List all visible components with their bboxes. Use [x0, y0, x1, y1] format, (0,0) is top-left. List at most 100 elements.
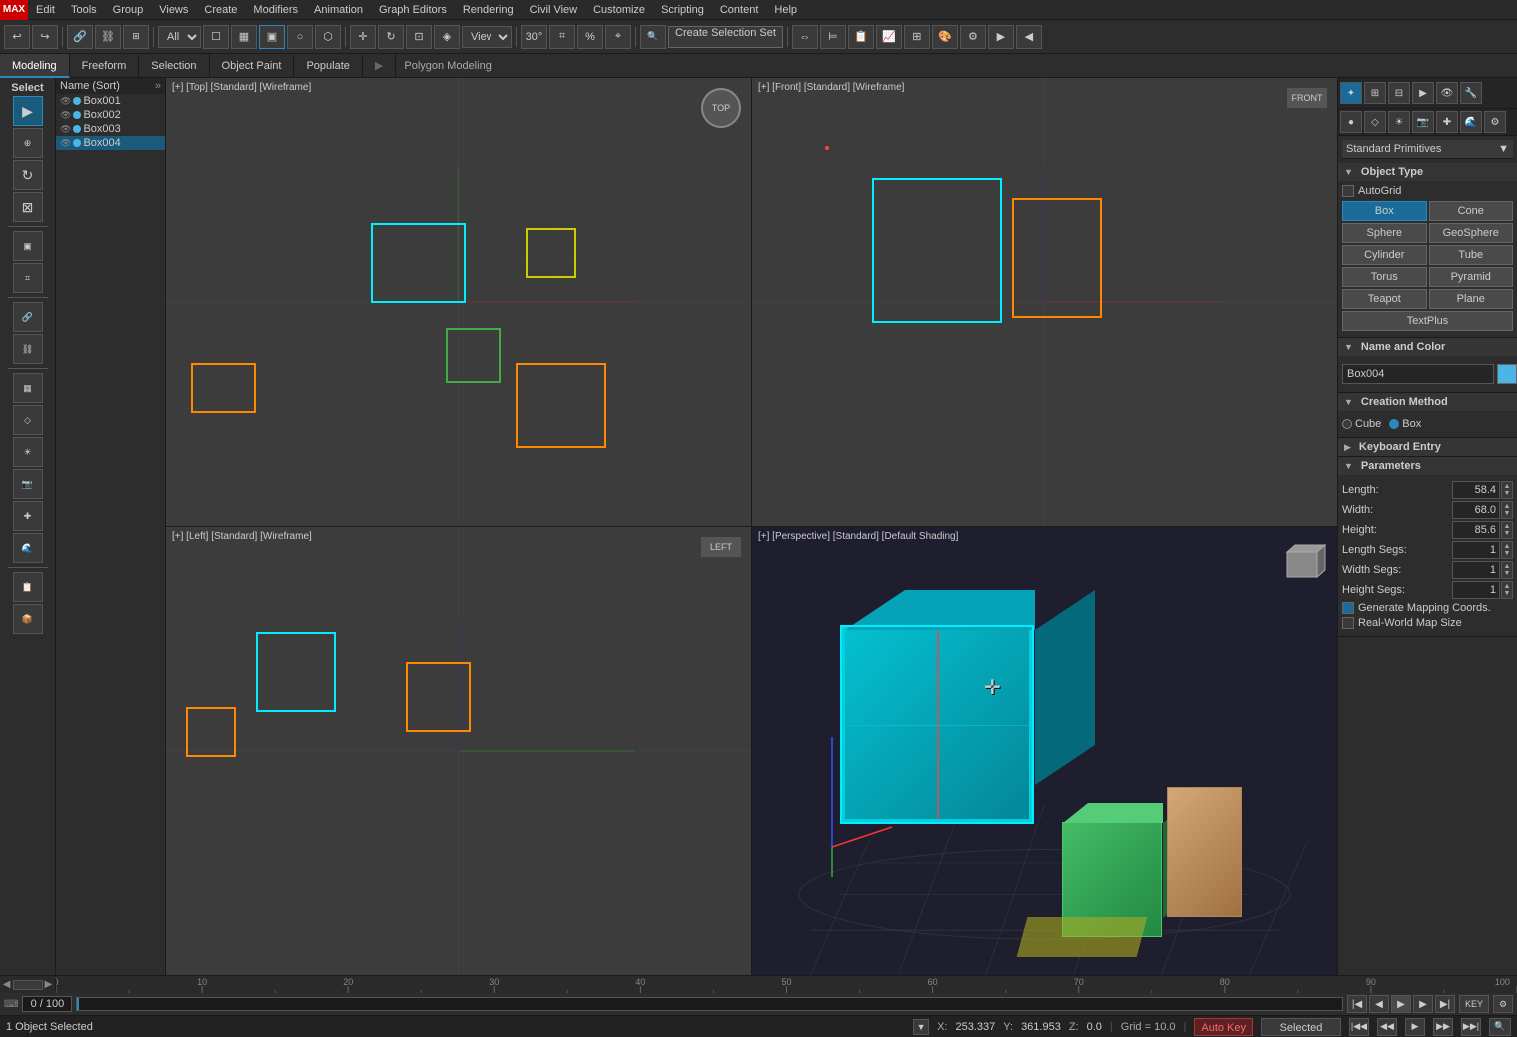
move-gizmo[interactable]: ✛ — [984, 675, 1001, 700]
select-object-button[interactable]: ☐ — [203, 25, 229, 49]
prim-btn-textplus[interactable]: TextPlus — [1342, 311, 1513, 331]
box-radio[interactable] — [1389, 419, 1399, 429]
prim-btn-pyramid[interactable]: Pyramid — [1429, 267, 1514, 287]
prim-btn-cone[interactable]: Cone — [1429, 201, 1514, 221]
angle-snap[interactable]: ⌗ — [549, 25, 575, 49]
camera-icon[interactable]: 📷 — [1412, 111, 1434, 133]
menu-help[interactable]: Help — [766, 0, 805, 20]
box-3d-brown[interactable] — [1167, 787, 1242, 917]
camera-tool[interactable]: 📷 — [13, 469, 43, 499]
status-prev[interactable]: ◀◀ — [1377, 1018, 1397, 1036]
viewport-gizmo-top[interactable]: TOP — [701, 88, 741, 128]
mirror-button[interactable]: ⇔ — [792, 25, 818, 49]
scale-button[interactable]: ⊡ — [406, 25, 432, 49]
width-segs-spinner[interactable]: ▲ ▼ — [1501, 561, 1513, 579]
lasso-select-tool[interactable]: ⌗ — [13, 263, 43, 293]
height-segs-up[interactable]: ▲ — [1504, 583, 1511, 590]
tab-object-paint[interactable]: Object Paint — [210, 54, 295, 78]
viewport-front[interactable]: [+] [Front] [Standard] [Wireframe] FRONT — [752, 78, 1337, 526]
height-spinner[interactable]: ▲ ▼ — [1501, 521, 1513, 539]
go-end-btn[interactable]: ▶| — [1435, 995, 1455, 1013]
layer-tool[interactable]: 📋 — [13, 572, 43, 602]
autogrid-checkbox[interactable] — [1342, 185, 1354, 197]
prim-btn-geosphere[interactable]: GeoSphere — [1429, 223, 1514, 243]
prim-btn-torus[interactable]: Torus — [1342, 267, 1427, 287]
light-tool[interactable]: ☀ — [13, 437, 43, 467]
autokey-button[interactable]: Auto Key — [1194, 1018, 1253, 1036]
viewport-perspective[interactable]: [+] [Perspective] [Standard] [Default Sh… — [752, 527, 1337, 975]
motion-panel-btn[interactable]: ▶ — [1412, 82, 1434, 104]
menu-views[interactable]: Views — [151, 0, 196, 20]
menu-content[interactable]: Content — [712, 0, 767, 20]
key-mode-btn[interactable]: KEY — [1459, 995, 1489, 1013]
viewport-top[interactable]: [+] [Top] [Standard] [Wireframe] — [166, 78, 751, 526]
percent-snap[interactable]: % — [577, 25, 603, 49]
tab-populate[interactable]: Populate — [294, 54, 362, 78]
width-segs-input[interactable] — [1452, 561, 1500, 579]
height-segs-input[interactable] — [1452, 581, 1500, 599]
width-segs-up[interactable]: ▲ — [1504, 563, 1511, 570]
object-type-header[interactable]: ▼ Object Type — [1338, 163, 1517, 181]
length-input[interactable] — [1452, 481, 1500, 499]
box-cyan-top[interactable] — [371, 223, 466, 303]
current-frame-input[interactable]: 0 / 100 — [22, 996, 72, 1012]
prim-btn-plane[interactable]: Plane — [1429, 289, 1514, 309]
circle-select-button[interactable]: ○ — [287, 25, 313, 49]
length-segs-up[interactable]: ▲ — [1504, 543, 1511, 550]
layer-manager[interactable]: 📋 — [848, 25, 874, 49]
prim-btn-cylinder[interactable]: Cylinder — [1342, 245, 1427, 265]
tab-selection[interactable]: Selection — [139, 54, 209, 78]
time-config-btn[interactable]: ⚙ — [1493, 995, 1513, 1013]
viewport-gizmo-3d[interactable] — [1277, 537, 1327, 587]
create-panel-btn[interactable]: ✦ — [1340, 82, 1362, 104]
rotate-button[interactable]: ↻ — [378, 25, 404, 49]
link-tool[interactable]: 🔗 — [13, 302, 43, 332]
cube-radio[interactable] — [1342, 419, 1352, 429]
play-btn[interactable]: ▶ — [1391, 995, 1411, 1013]
geometry-tool[interactable]: ▦ — [13, 373, 43, 403]
length-spinner-down[interactable]: ▼ — [1504, 490, 1511, 497]
box-3d-cyan[interactable] — [842, 627, 1032, 822]
tab-extra[interactable]: ▶ — [363, 54, 396, 78]
status-go-start[interactable]: |◀◀ — [1349, 1018, 1369, 1036]
ruler-content[interactable]: 0 10 20 30 40 50 60 70 80 — [56, 976, 1517, 994]
system-icon[interactable]: ⚙ — [1484, 111, 1506, 133]
menu-tools[interactable]: Tools — [63, 0, 105, 20]
shape-tool[interactable]: ◇ — [13, 405, 43, 435]
create-selection-set-button[interactable]: Create Selection Set — [668, 26, 783, 48]
height-spinner-up[interactable]: ▲ — [1504, 523, 1511, 530]
box-orange-top-2[interactable] — [191, 363, 256, 413]
light-icon[interactable]: ☀ — [1388, 111, 1410, 133]
status-search-btn[interactable]: 🔍 — [1489, 1018, 1511, 1036]
box-orange-front-1[interactable] — [1012, 198, 1102, 318]
menu-create[interactable]: Create — [196, 0, 245, 20]
width-spinner-up[interactable]: ▲ — [1504, 503, 1511, 510]
timeline-key-icon[interactable]: ⌨ — [4, 999, 18, 1010]
snap-toggle[interactable]: 30° — [521, 25, 547, 49]
parameters-header[interactable]: ▼ Parameters — [1338, 457, 1517, 475]
view-dropdown[interactable]: View — [462, 26, 512, 48]
menu-edit[interactable]: Edit — [28, 0, 63, 20]
scale-tool[interactable]: ⊠ — [13, 192, 43, 222]
next-frame-btn[interactable]: ▶ — [1413, 995, 1433, 1013]
utilities-panel-btn[interactable]: 🔧 — [1460, 82, 1482, 104]
keyboard-entry-header[interactable]: ▶ Keyboard Entry — [1338, 438, 1517, 456]
menu-scripting[interactable]: Scripting — [653, 0, 712, 20]
select-tool[interactable]: ▶ — [13, 96, 43, 126]
object-name-input[interactable] — [1342, 364, 1494, 384]
box-orange-top-1[interactable] — [516, 363, 606, 448]
box-orange-left-2[interactable] — [186, 707, 236, 757]
menu-graph-editors[interactable]: Graph Editors — [371, 0, 455, 20]
length-spinner-up[interactable]: ▲ — [1504, 483, 1511, 490]
spinner-snap[interactable]: ⌖ — [605, 25, 631, 49]
height-input[interactable] — [1452, 521, 1500, 539]
box-cyan-front[interactable] — [872, 178, 1002, 323]
scene-item-box003[interactable]: 👁 Box003 — [56, 122, 165, 136]
move-tool[interactable]: ⊕ — [13, 128, 43, 158]
fence-select-button[interactable]: ⬡ — [315, 25, 341, 49]
shape-icon[interactable]: ◇ — [1364, 111, 1386, 133]
status-go-end[interactable]: ▶▶| — [1461, 1018, 1481, 1036]
eye-icon-2[interactable]: 👁 — [60, 110, 71, 121]
modify-panel-btn[interactable]: ⊞ — [1364, 82, 1386, 104]
render-production[interactable]: ◀ — [1016, 25, 1042, 49]
